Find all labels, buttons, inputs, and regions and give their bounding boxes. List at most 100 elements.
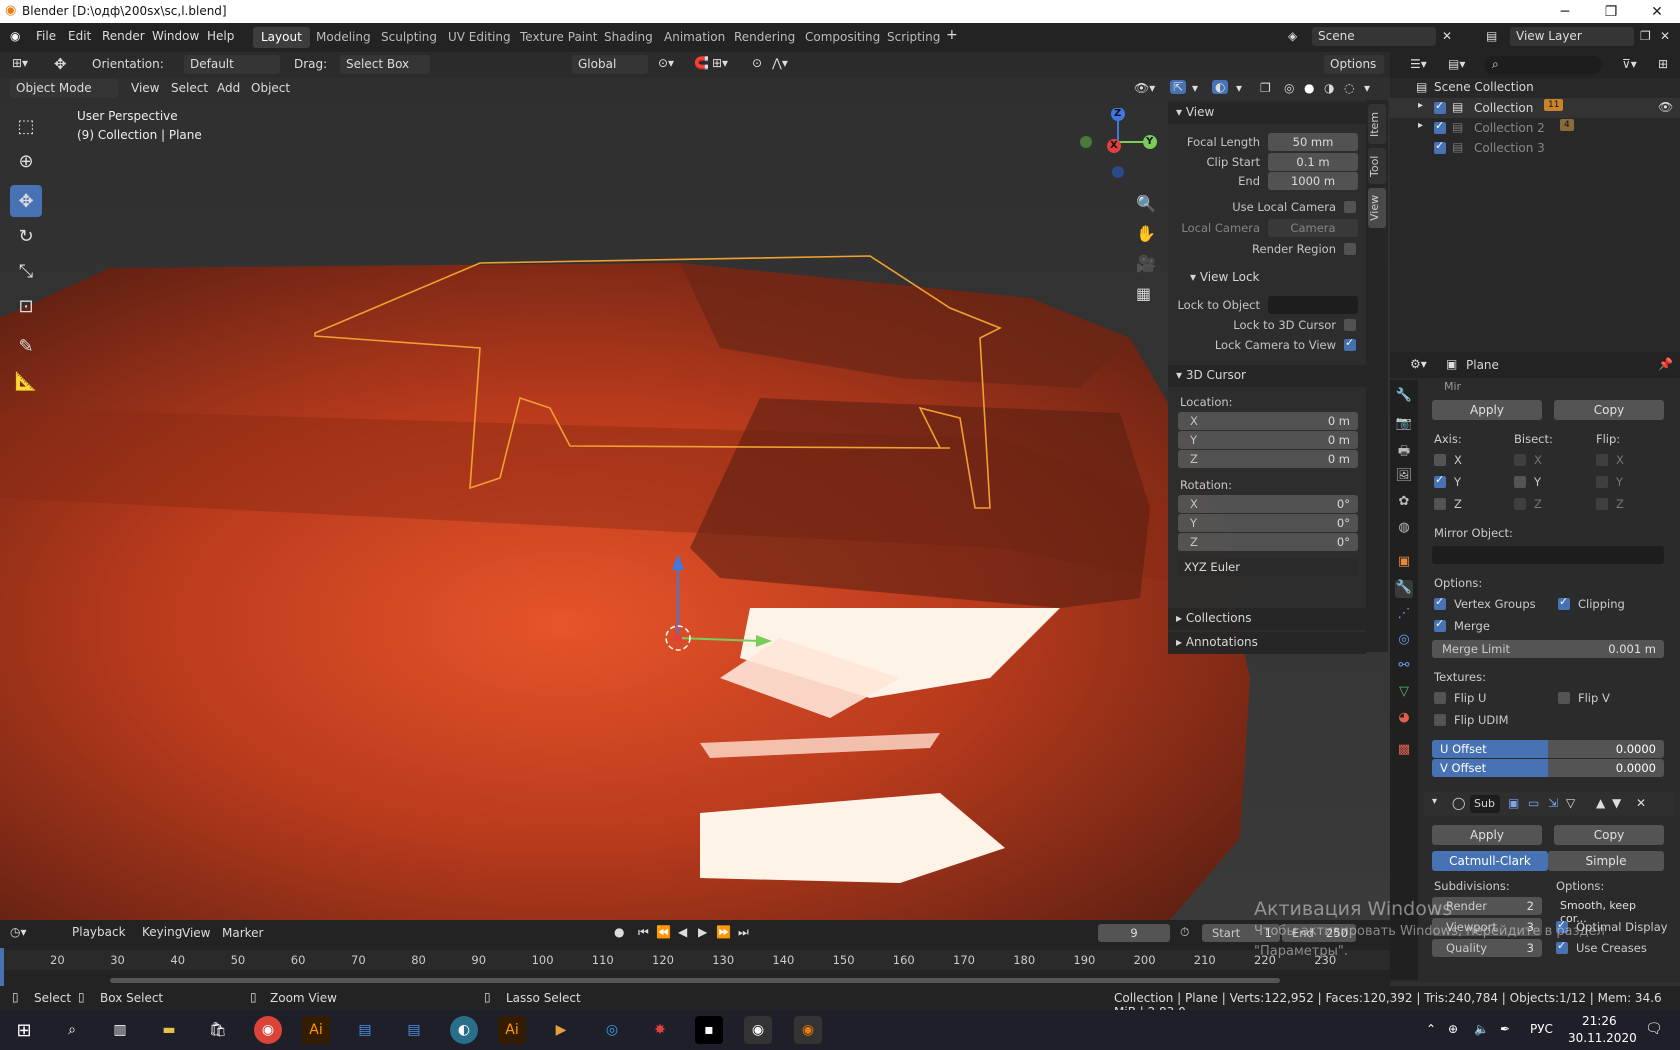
focal-length-field[interactable]: 50 mm [1268,133,1358,151]
transform-orientation-dropdown[interactable]: Global [572,55,648,74]
flip-v-checkbox[interactable] [1558,692,1570,704]
options-dropdown[interactable]: Options [1324,55,1384,74]
mirror-flip-y-checkbox[interactable] [1596,476,1608,488]
editor-type-icon[interactable]: ◷▾ [10,925,27,939]
pin-icon[interactable]: 📌 [1658,357,1673,371]
editor-type-icon[interactable]: ☰▾ [1410,57,1427,71]
tool-settings-icon[interactable]: 🔧 [1395,388,1413,406]
show-render-icon[interactable]: ⇲ [1548,796,1558,810]
collapse-arrow-icon[interactable]: ▾ [1432,796,1437,807]
illustrator-icon[interactable]: Ai [302,1016,330,1044]
modifier-properties-icon[interactable]: 🔧 [1395,580,1413,598]
proportional-edit-icon[interactable]: ⊙ [752,56,762,70]
snap-target-icon[interactable]: ⊞▾ [712,56,728,70]
mirror-bisect-x-checkbox[interactable] [1514,454,1526,466]
pivot-icon[interactable]: ⊙▾ [658,56,674,70]
playback-menu[interactable]: Playback [66,923,132,942]
uv-smooth-dropdown[interactable]: Smooth, keep cor... [1554,897,1666,925]
scale-tool-icon[interactable]: ⤡ [10,255,42,287]
mirror-bisect-y-checkbox[interactable] [1514,476,1526,488]
chrome-icon[interactable]: ◉ [254,1016,282,1044]
play-icon[interactable]: ▶ [698,925,707,939]
playhead[interactable] [0,948,4,986]
blender-active-taskbar-icon[interactable]: ◉ [794,1016,822,1044]
view-layer-icon[interactable]: ▤ [1486,29,1497,43]
3d-cursor-section-header[interactable]: ▾ 3D Cursor [1168,365,1366,387]
tab-tool[interactable]: Tool [1368,148,1386,184]
render-region-checkbox[interactable] [1344,243,1356,255]
notification-icon[interactable]: 🗨 [1645,1021,1663,1037]
rotate-tool-icon[interactable]: ↻ [10,220,42,252]
transform-tool-icon[interactable]: ⊡ [10,290,42,322]
move-down-icon[interactable]: ▼ [1612,796,1621,810]
blender-menu-icon[interactable]: ◉ [10,29,20,43]
app-icon-1[interactable]: ▤ [351,1016,379,1044]
select-box-tool-icon[interactable]: ⬚ [10,110,42,142]
chevron-down-icon[interactable]: ▾ [1364,81,1370,95]
tab-animation[interactable]: Animation [656,27,733,48]
copy-icon[interactable]: ❐ [1640,29,1651,43]
wireframe-shading-icon[interactable]: ◎ [1284,81,1294,95]
mirror-axis-x-checkbox[interactable] [1434,454,1446,466]
app-icon-2[interactable]: ▤ [400,1016,428,1044]
orientation-dropdown[interactable]: Default [184,55,280,74]
u-offset-field[interactable]: U Offset 0.0000 [1432,740,1664,758]
perspective-grid-icon[interactable]: ▦ [1136,284,1151,303]
chevron-down-icon[interactable]: ▾ [1236,81,1242,95]
display-mode-icon[interactable]: ▤▾ [1448,57,1465,71]
volume-icon[interactable]: 🔈 [1474,1022,1489,1036]
expand-arrow-icon[interactable]: ▸ [1418,120,1423,131]
output-properties-icon[interactable]: 🖶 [1395,442,1413,460]
new-collection-icon[interactable]: ⊞ [1658,57,1668,71]
timeline-scrollbar[interactable] [110,978,1280,983]
play-reverse-icon[interactable]: ◀ [678,925,687,939]
app-icon-5[interactable]: ✸ [646,1016,674,1044]
tab-view[interactable]: View [1368,188,1386,228]
app-icon-3[interactable]: ◐ [450,1016,478,1044]
menu-help[interactable]: Help [207,29,234,43]
cursor-location-z-field[interactable]: 0 m [1178,450,1358,468]
minimize-button[interactable]: ─ [1542,0,1588,23]
jump-start-icon[interactable]: ⏮ [638,925,649,940]
vertex-groups-checkbox[interactable] [1434,595,1446,610]
drag-dropdown[interactable]: Select Box [340,55,430,74]
texture-properties-icon[interactable]: ▩ [1395,742,1413,760]
tab-compositing[interactable]: Compositing [797,27,888,48]
jump-end-icon[interactable]: ⏭ [738,925,749,940]
jump-keyframe-back-icon[interactable]: ⏪ [656,925,671,939]
material-shading-icon[interactable]: ◑ [1324,81,1334,95]
clipping-checkbox[interactable] [1558,595,1570,610]
mirror-flip-x-checkbox[interactable] [1596,454,1608,466]
view-layer-icon[interactable]: 🖼 [1395,468,1413,486]
scene-collection-label[interactable]: Scene Collection [1434,80,1534,94]
collection-exclude-checkbox[interactable] [1434,99,1446,114]
mirror-object-field[interactable] [1432,546,1664,564]
show-viewport-icon[interactable]: ▭ [1528,796,1539,810]
local-camera-field[interactable]: Camera [1268,219,1358,237]
maximize-button[interactable]: ❐ [1588,0,1634,23]
annotations-section-header[interactable]: ▸ Annotations [1168,632,1366,654]
merge-checkbox[interactable] [1434,617,1446,632]
windows-start-icon[interactable]: ⊞ [10,1016,38,1044]
camera-view-icon[interactable]: 🎥 [1136,254,1156,273]
object-mode-dropdown[interactable]: Object Mode [10,79,118,98]
pen-icon[interactable]: ✒ [1500,1022,1510,1036]
clip-end-field[interactable]: 1000 m [1268,172,1358,190]
close-button[interactable]: ✕ [1634,0,1680,23]
constraints-icon[interactable]: ⚯ [1395,658,1413,676]
timeline-marker-menu[interactable]: Marker [222,926,263,940]
clock-date[interactable]: 30.11.2020 [1568,1031,1637,1045]
mirror-modifier-name[interactable]: Mir [1444,380,1461,393]
jump-keyframe-forward-icon[interactable]: ⏩ [716,925,731,939]
eye-icon[interactable]: 👁 [1658,100,1673,114]
physics-icon[interactable]: ◎ [1395,632,1413,650]
data-properties-icon[interactable]: ▽ [1395,684,1413,702]
editor-type-icon[interactable]: ⚙▾ [1410,357,1427,371]
add-workspace-icon[interactable]: + [946,27,958,43]
cursor-rotation-y-field[interactable]: 0° [1178,514,1358,532]
collection-2-exclude-checkbox[interactable] [1434,119,1446,134]
collections-section-header[interactable]: ▸ Collections [1168,608,1366,630]
simple-button[interactable]: Simple [1548,851,1664,871]
annotate-tool-icon[interactable]: ✎ [10,330,42,362]
app-icon-4[interactable]: ◎ [598,1016,626,1044]
